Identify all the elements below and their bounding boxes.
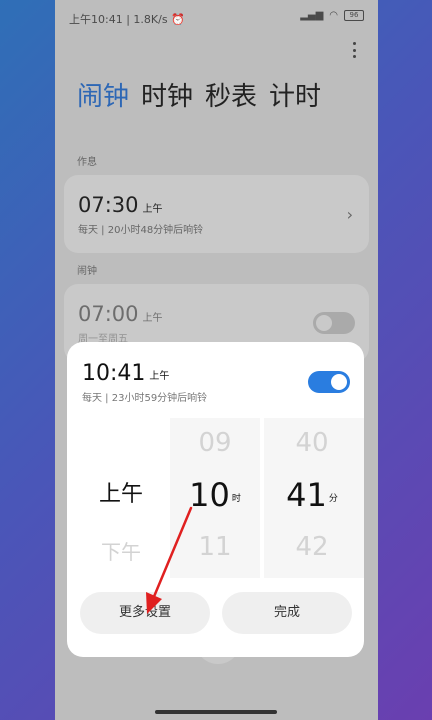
section-nap-label: 作息 bbox=[77, 157, 97, 168]
wifi-icon: ◠ bbox=[329, 10, 338, 21]
nap-subtitle: 每天 | 20小时48分钟后响铃 bbox=[78, 225, 204, 236]
alarm-status-icon: ⏰ bbox=[171, 13, 185, 26]
red-arrow-annotation bbox=[146, 506, 193, 614]
status-bar: 上午10:41 | 1.8K/s ⏰ ▂▄▆ ◠ 96 bbox=[55, 0, 378, 34]
nap-time: 07:30 bbox=[78, 193, 139, 217]
home-indicator bbox=[155, 710, 277, 714]
nap-ampm: 上午 bbox=[142, 204, 163, 215]
network-speed: 1.8K/s bbox=[133, 13, 168, 26]
alarm-time: 07:00 bbox=[78, 302, 139, 326]
section-alarm-label: 闹钟 bbox=[77, 266, 97, 277]
tab-bar: 闹钟 时钟 秒表 计时 bbox=[77, 76, 321, 113]
chevron-right-icon: › bbox=[346, 205, 353, 224]
tab-stopwatch[interactable]: 秒表 bbox=[205, 76, 257, 113]
more-menu-icon[interactable] bbox=[352, 42, 356, 58]
signal-icon: ▂▄▆ bbox=[300, 10, 324, 21]
status-left: 上午10:41 | 1.8K/s ⏰ bbox=[69, 13, 185, 26]
tab-alarm[interactable]: 闹钟 bbox=[77, 76, 129, 113]
status-right: ▂▄▆ ◠ 96 bbox=[300, 10, 364, 21]
battery-icon: 96 bbox=[344, 10, 364, 21]
nap-alarm-card[interactable]: 07:30 上午 每天 | 20小时48分钟后响铃 › bbox=[64, 175, 369, 253]
alarm-toggle[interactable] bbox=[313, 312, 355, 334]
alarm-edit-dialog: 10:41 上午 每天 | 23小时59分钟后响铃 上午 下午 09 10 时 11… bbox=[67, 342, 364, 657]
alarm-ampm: 上午 bbox=[142, 313, 163, 324]
status-time: 上午10:41 bbox=[69, 13, 123, 26]
tab-timer[interactable]: 计时 bbox=[269, 76, 321, 113]
tab-clock[interactable]: 时钟 bbox=[141, 76, 193, 113]
